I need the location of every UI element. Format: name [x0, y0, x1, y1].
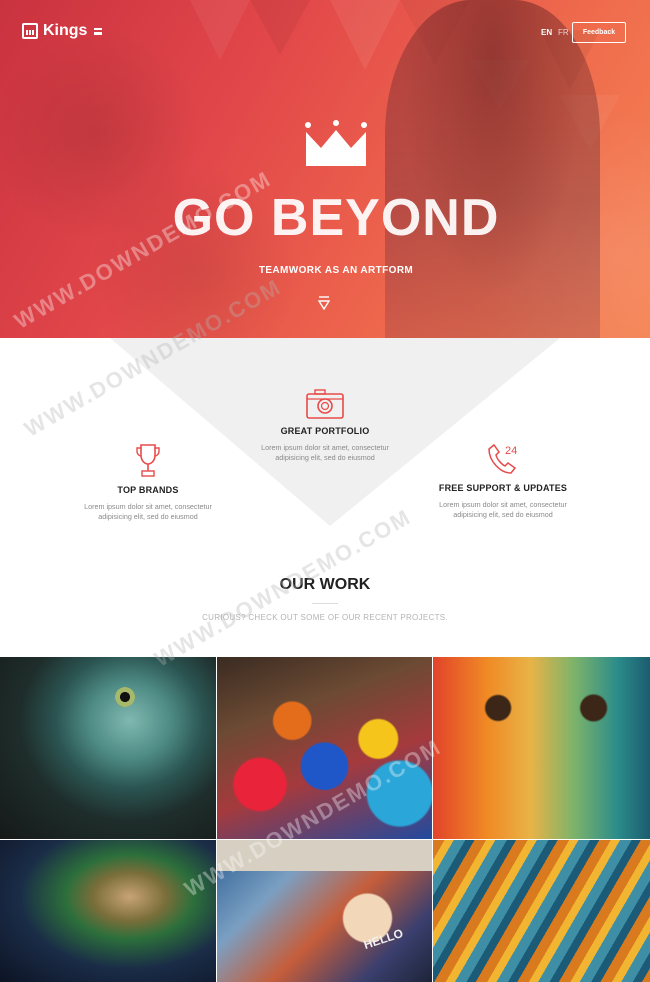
feature-text-line: adipisicing elit, sed do eiusmod [275, 453, 375, 462]
scroll-down-icon[interactable] [318, 296, 330, 310]
feature-text: Lorem ipsum dolor sit amet, consectetur … [403, 500, 603, 520]
feature-top-brands: TOP BRANDS Lorem ipsum dolor sit amet, c… [48, 443, 248, 522]
camera-icon [306, 389, 344, 419]
portfolio-item-painted-face[interactable] [433, 657, 650, 839]
logo[interactable]: Kings [22, 22, 87, 40]
portfolio-item-color-powder[interactable] [0, 840, 216, 982]
feature-text-line: adipisicing elit, sed do eiusmod [453, 510, 553, 519]
hero-title: GO BEYOND [172, 189, 500, 247]
portfolio-item-abstract[interactable] [433, 840, 650, 982]
our-work-subtitle: CURIOUS? CHECK OUT SOME OF OUR RECENT PR… [202, 613, 448, 622]
feedback-button[interactable]: Feedback [572, 22, 626, 43]
feature-great-portfolio: GREAT PORTFOLIO Lorem ipsum dolor sit am… [225, 388, 425, 463]
portfolio-item-lizard[interactable] [0, 657, 216, 839]
hamburger-menu-icon[interactable] [94, 28, 102, 35]
feature-text-line: Lorem ipsum dolor sit amet, consectetur [84, 502, 212, 511]
lizard-eye [115, 687, 135, 707]
feature-free-support: 24 FREE SUPPORT & UPDATES Lorem ipsum do… [403, 443, 603, 520]
feature-title: GREAT PORTFOLIO [280, 426, 370, 436]
language-fr-link[interactable]: FR [558, 28, 569, 37]
language-en-link[interactable]: EN [541, 28, 552, 37]
logo-text: Kings [43, 22, 88, 39]
title-divider [312, 603, 338, 604]
phone-24-icon: 24 [488, 443, 517, 474]
feature-text: Lorem ipsum dolor sit amet, consectetur … [225, 443, 425, 463]
feature-title: FREE SUPPORT & UPDATES [438, 483, 568, 493]
feature-text-line: Lorem ipsum dolor sit amet, consectetur [439, 500, 567, 509]
crown-icon [305, 120, 367, 166]
feature-text-line: Lorem ipsum dolor sit amet, consectetur [261, 443, 389, 452]
feature-title: TOP BRANDS [117, 485, 179, 495]
svg-text:24: 24 [505, 445, 517, 457]
collage-sign-text: HELLO [361, 926, 405, 952]
feature-text: Lorem ipsum dolor sit amet, consectetur … [48, 502, 248, 522]
feature-text-line: adipisicing elit, sed do eiusmod [98, 512, 198, 521]
hero-model-photo [385, 0, 600, 338]
logo-icon [22, 23, 38, 39]
trophy-icon [136, 444, 160, 477]
